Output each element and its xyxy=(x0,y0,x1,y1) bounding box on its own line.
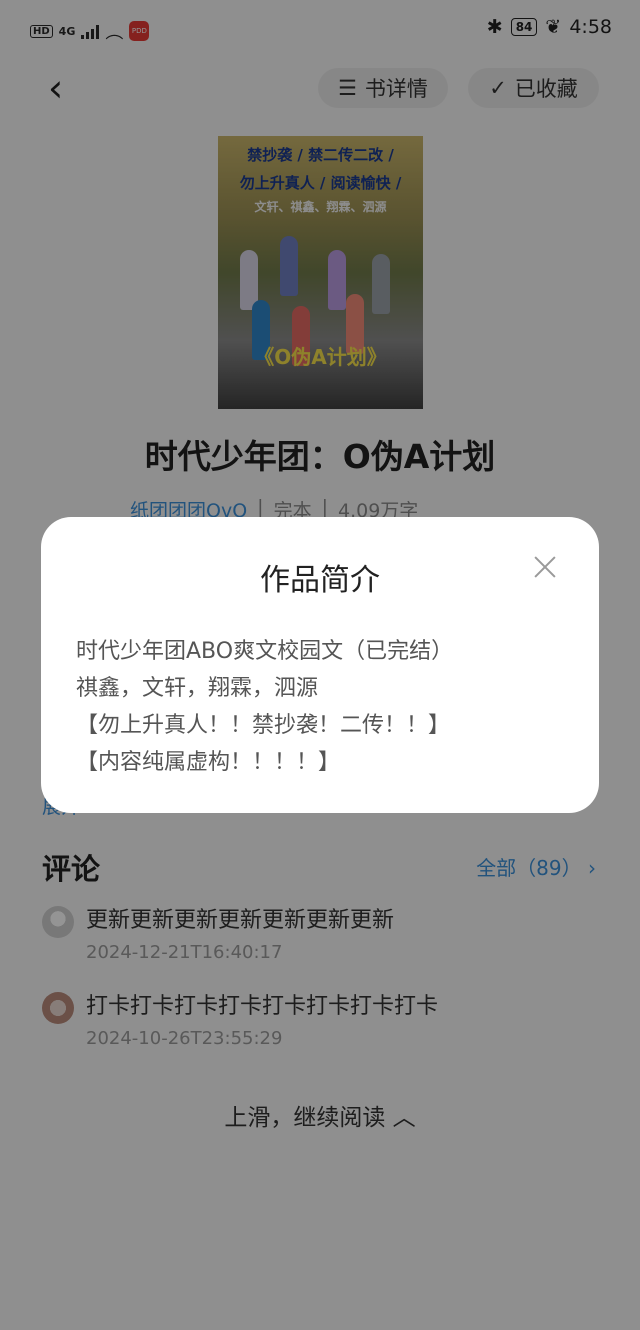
synopsis-line: 时代少年团ABO爽文校园文（已完结） xyxy=(76,639,454,664)
synopsis-line: 【内容纯属虚构！！！！】 xyxy=(76,750,341,775)
synopsis-text: 时代少年团ABO爽文校园文（已完结） 祺鑫，文轩，翔霖，泗源 【勿上升真人！！禁… xyxy=(76,633,576,781)
synopsis-line: 祺鑫，文轩，翔霖，泗源 xyxy=(76,676,319,701)
close-icon[interactable] xyxy=(529,551,561,583)
modal-title: 作品简介 xyxy=(260,563,380,598)
synopsis-modal: 作品简介 时代少年团ABO爽文校园文（已完结） 祺鑫，文轩，翔霖，泗源 【勿上升… xyxy=(41,517,599,813)
synopsis-line: 【勿上升真人！！禁抄袭！二传！！】 xyxy=(76,713,451,738)
